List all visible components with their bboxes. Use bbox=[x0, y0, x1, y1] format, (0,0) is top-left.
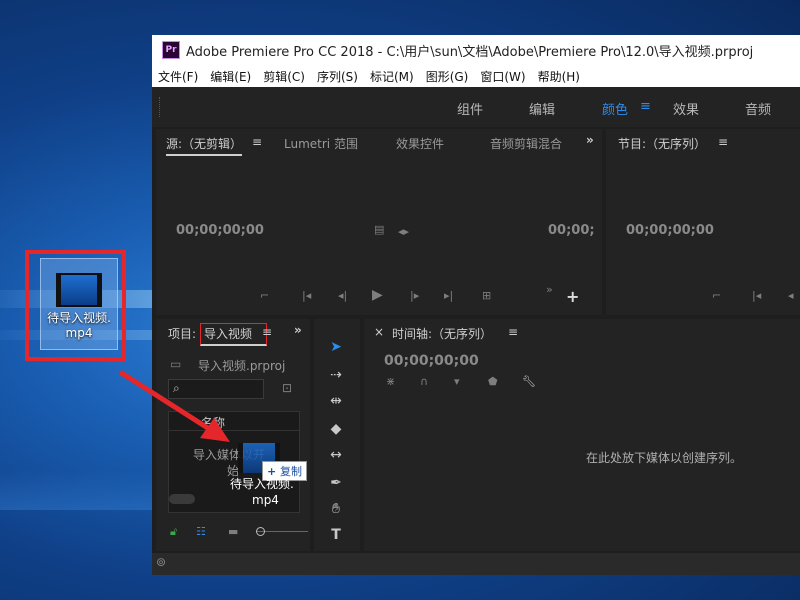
drag-arrow-head bbox=[200, 418, 230, 442]
drag-arrow-shaft bbox=[118, 369, 216, 435]
drag-arrow bbox=[118, 369, 230, 442]
